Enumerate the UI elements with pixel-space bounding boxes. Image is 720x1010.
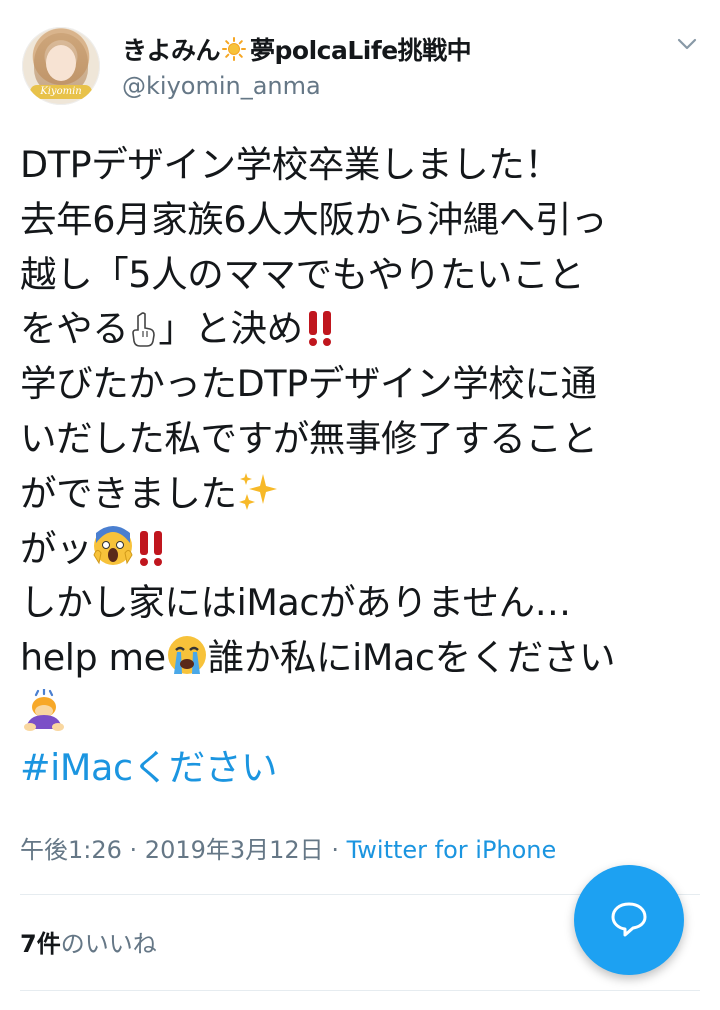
tweet-line: #iMacください xyxy=(20,741,710,796)
tweet-time: 午後1:26 xyxy=(20,836,122,864)
likes-label: いいね xyxy=(84,930,157,958)
meta-separator: · xyxy=(323,836,347,864)
tweet-line: 去年6月家族6人大阪から沖縄へ引っ xyxy=(20,197,608,241)
meta-separator: · xyxy=(121,836,145,864)
tweet-source-link[interactable]: Twitter for iPhone xyxy=(347,836,557,864)
tweet-line: 越し「5人のママでもやりたいこと xyxy=(20,252,585,296)
tweet-line: がッ xyxy=(20,522,710,577)
loudly-crying-face-icon xyxy=(166,634,208,692)
bowing-person-icon xyxy=(20,687,68,747)
sun-icon xyxy=(222,37,247,61)
tweet-line: しかし家にはiMacがありません… xyxy=(20,581,571,625)
screaming-face-icon xyxy=(92,525,134,583)
likes-summary[interactable]: 7件のいいね xyxy=(20,924,157,959)
tweet-line: ができました xyxy=(20,467,710,522)
user-name-line[interactable]: きよみん 夢polcaLife挑戦中 xyxy=(122,31,472,67)
tweet-line: help me 誰か私にiMacをください xyxy=(20,631,710,686)
tweet-line: 学びたかったDTPデザイン学校に通 xyxy=(20,362,597,406)
tweet-line xyxy=(20,686,710,741)
likes-count: 7件 xyxy=(20,930,61,958)
tweet-line: DTPデザイン学校卒業しました！ xyxy=(20,143,561,186)
avatar-tag: Kiyomin xyxy=(30,85,92,99)
sparkles-icon xyxy=(237,470,279,528)
display-name-suffix[interactable]: 夢polcaLife挑戦中 xyxy=(250,31,472,67)
tweet-meta: 午後1:26 · 2019年3月12日 · Twitter for iPhone xyxy=(20,830,556,865)
likes-label-mid: の xyxy=(60,930,85,958)
pointing-up-hand-icon xyxy=(128,308,158,363)
tweet-text: DTPデザイン学校卒業しました！ 去年6月家族6人大阪から沖縄へ引っ 越し「5人… xyxy=(20,138,710,796)
reply-compose-button[interactable] xyxy=(574,865,684,975)
tweet-date: 2019年3月12日 xyxy=(144,836,324,864)
avatar[interactable]: Kiyomin xyxy=(22,27,100,105)
divider xyxy=(20,990,700,991)
tweet-line: をやる 」と決め xyxy=(20,302,710,357)
display-name[interactable]: きよみん xyxy=(122,31,221,67)
tweet-header: Kiyomin きよみん 夢polcaLife挑戦中 @kiyomin_anma xyxy=(0,0,720,120)
user-handle[interactable]: @kiyomin_anma xyxy=(122,72,321,100)
hashtag-link[interactable]: #iMacください xyxy=(20,746,277,789)
tweet-line: いだした私ですが無事修了すること xyxy=(20,416,598,460)
double-exclamation-icon xyxy=(303,308,339,363)
chevron-down-icon[interactable] xyxy=(676,36,698,52)
speech-bubble-icon xyxy=(609,898,649,942)
double-exclamation-icon xyxy=(134,528,170,583)
